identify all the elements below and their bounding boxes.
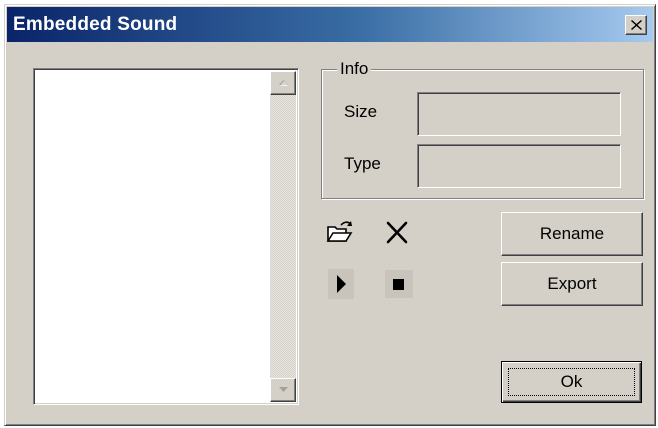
arrow-up-icon <box>279 80 288 86</box>
size-field <box>417 92 621 136</box>
play-icon <box>337 275 346 293</box>
close-button[interactable] <box>625 15 647 35</box>
export-button-label: Export <box>547 274 597 293</box>
play-button[interactable] <box>328 269 354 299</box>
scroll-up-button[interactable] <box>270 71 296 95</box>
delete-sound-button[interactable] <box>384 221 412 249</box>
ok-button-label: Ok <box>560 372 583 391</box>
open-file-button[interactable] <box>326 219 354 247</box>
arrow-down-icon <box>279 387 288 392</box>
type-field <box>417 144 621 188</box>
window-title: Embedded Sound <box>13 14 178 35</box>
rename-button-label: Rename <box>539 224 605 243</box>
open-folder-icon <box>326 221 353 242</box>
embedded-sound-dialog: Embedded Sound Info Size Type Rename Exp… <box>4 4 656 426</box>
close-icon <box>631 20 642 30</box>
info-legend: Info <box>337 59 372 79</box>
ok-button[interactable]: Ok <box>501 361 642 403</box>
type-label: Type <box>344 154 381 173</box>
delete-x-icon <box>386 221 408 244</box>
vertical-scrollbar[interactable] <box>270 71 296 402</box>
stop-icon <box>393 279 404 290</box>
export-button[interactable]: Export <box>501 262 643 306</box>
scroll-down-button[interactable] <box>270 378 296 402</box>
rename-button[interactable]: Rename <box>501 212 643 256</box>
size-label: Size <box>344 102 378 121</box>
info-group: Info Size Type <box>321 59 644 199</box>
stop-button[interactable] <box>385 270 413 298</box>
sound-list[interactable] <box>33 68 299 405</box>
title-bar[interactable]: Embedded Sound <box>7 7 653 42</box>
